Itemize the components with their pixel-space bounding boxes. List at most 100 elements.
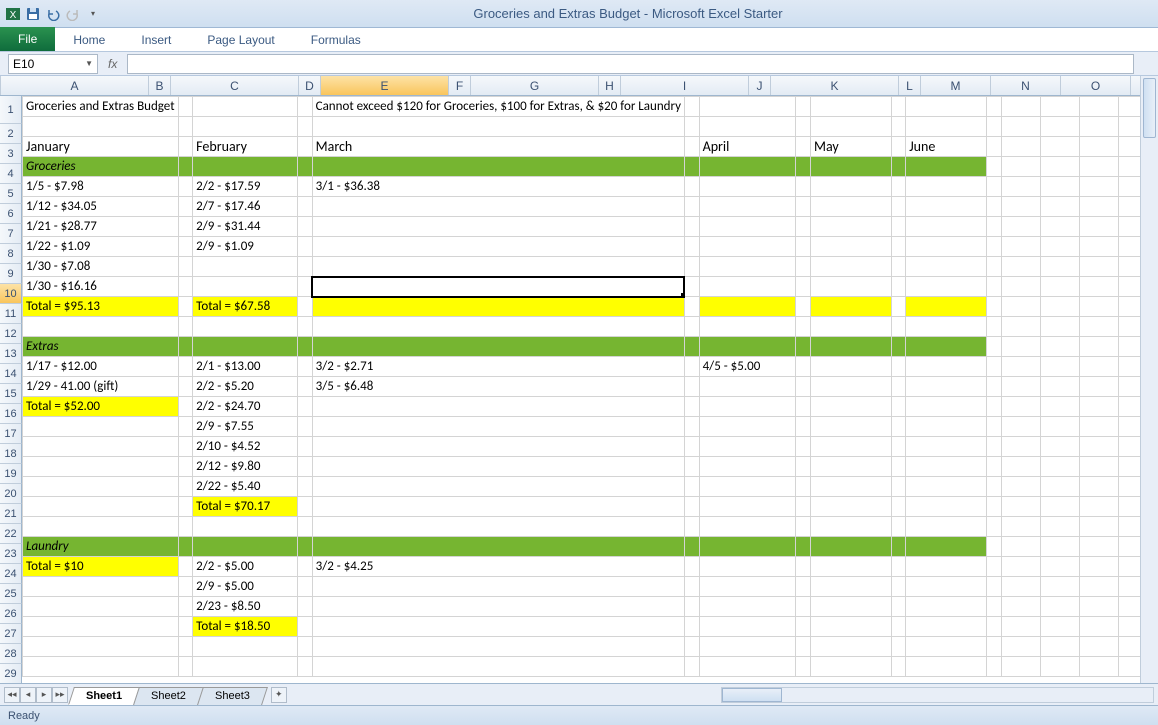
cell-C20[interactable]: 2/22 - $5.40 (193, 477, 298, 497)
cell-O29[interactable] (1080, 657, 1119, 677)
cell-N17[interactable] (1041, 417, 1080, 437)
cell-O23[interactable] (1080, 537, 1119, 557)
cell-G18[interactable] (699, 437, 796, 457)
cell-K3[interactable]: June (906, 137, 987, 157)
cell-F15[interactable] (684, 377, 699, 397)
cell-F25[interactable] (684, 577, 699, 597)
cell-C29[interactable] (193, 657, 298, 677)
cell-N27[interactable] (1041, 617, 1080, 637)
cell-I8[interactable] (811, 237, 892, 257)
cell-I29[interactable] (811, 657, 892, 677)
tab-formulas[interactable]: Formulas (293, 29, 379, 51)
cell-J25[interactable] (891, 577, 906, 597)
cell-E2[interactable] (312, 117, 684, 137)
cell-E4[interactable] (312, 157, 684, 177)
cell-B21[interactable] (178, 497, 193, 517)
cell-H16[interactable] (796, 397, 811, 417)
cell-O10[interactable] (1080, 277, 1119, 297)
cell-N3[interactable] (1041, 137, 1080, 157)
cell-H2[interactable] (796, 117, 811, 137)
cell-I27[interactable] (811, 617, 892, 637)
cell-C6[interactable]: 2/7 - $17.46 (193, 197, 298, 217)
cell-O20[interactable] (1080, 477, 1119, 497)
cell-L13[interactable] (987, 337, 1002, 357)
cell-F29[interactable] (684, 657, 699, 677)
cell-H7[interactable] (796, 217, 811, 237)
cell-D14[interactable] (298, 357, 313, 377)
tab-nav-prev-icon[interactable]: ◂ (20, 687, 36, 703)
row-header-27[interactable]: 27 (0, 624, 22, 644)
cell-C27[interactable]: Total = $18.50 (193, 617, 298, 637)
cell-N4[interactable] (1041, 157, 1080, 177)
cell-I12[interactable] (811, 317, 892, 337)
cell-A10[interactable]: 1/30 - $16.16 (23, 277, 179, 297)
cell-A19[interactable] (23, 457, 179, 477)
cell-B14[interactable] (178, 357, 193, 377)
cell-D16[interactable] (298, 397, 313, 417)
cell-M8[interactable] (1002, 237, 1041, 257)
cell-D18[interactable] (298, 437, 313, 457)
cell-C19[interactable]: 2/12 - $9.80 (193, 457, 298, 477)
cell-K9[interactable] (906, 257, 987, 277)
cell-E17[interactable] (312, 417, 684, 437)
cell-J5[interactable] (891, 177, 906, 197)
cell-O15[interactable] (1080, 377, 1119, 397)
cell-G28[interactable] (699, 637, 796, 657)
cell-M5[interactable] (1002, 177, 1041, 197)
row-header-25[interactable]: 25 (0, 584, 22, 604)
cell-I6[interactable] (811, 197, 892, 217)
cell-C9[interactable] (193, 257, 298, 277)
cell-B4[interactable] (178, 157, 193, 177)
cell-K27[interactable] (906, 617, 987, 637)
row-header-19[interactable]: 19 (0, 464, 22, 484)
cell-K13[interactable] (906, 337, 987, 357)
cell-E29[interactable] (312, 657, 684, 677)
cell-F20[interactable] (684, 477, 699, 497)
cell-A29[interactable] (23, 657, 179, 677)
cell-L18[interactable] (987, 437, 1002, 457)
cell-E28[interactable] (312, 637, 684, 657)
cell-B11[interactable] (178, 297, 193, 317)
cell-J23[interactable] (891, 537, 906, 557)
cell-M26[interactable] (1002, 597, 1041, 617)
cell-L22[interactable] (987, 517, 1002, 537)
col-header-B[interactable]: B (149, 76, 171, 95)
cell-N8[interactable] (1041, 237, 1080, 257)
cell-J9[interactable] (891, 257, 906, 277)
cell-M2[interactable] (1002, 117, 1041, 137)
cell-E23[interactable] (312, 537, 684, 557)
cell-J21[interactable] (891, 497, 906, 517)
cell-L19[interactable] (987, 457, 1002, 477)
cell-B24[interactable] (178, 557, 193, 577)
cell-B19[interactable] (178, 457, 193, 477)
cell-C24[interactable]: 2/2 - $5.00 (193, 557, 298, 577)
cell-L11[interactable] (987, 297, 1002, 317)
cell-O16[interactable] (1080, 397, 1119, 417)
tab-home[interactable]: Home (55, 29, 123, 51)
sheet-tab-sheet1[interactable]: Sheet1 (68, 687, 140, 705)
cell-F27[interactable] (684, 617, 699, 637)
cell-K22[interactable] (906, 517, 987, 537)
cell-J22[interactable] (891, 517, 906, 537)
cell-E19[interactable] (312, 457, 684, 477)
cell-D25[interactable] (298, 577, 313, 597)
cell-M12[interactable] (1002, 317, 1041, 337)
cell-I13[interactable] (811, 337, 892, 357)
cell-J2[interactable] (891, 117, 906, 137)
cell-K1[interactable] (906, 97, 987, 117)
cell-I10[interactable] (811, 277, 892, 297)
cell-J12[interactable] (891, 317, 906, 337)
cell-G20[interactable] (699, 477, 796, 497)
cell-K15[interactable] (906, 377, 987, 397)
cell-J11[interactable] (891, 297, 906, 317)
cell-K12[interactable] (906, 317, 987, 337)
row-header-5[interactable]: 5 (0, 184, 22, 204)
cell-E5[interactable]: 3/1 - $36.38 (312, 177, 684, 197)
cell-N1[interactable] (1041, 97, 1080, 117)
cell-J29[interactable] (891, 657, 906, 677)
cell-C15[interactable]: 2/2 - $5.20 (193, 377, 298, 397)
cell-N22[interactable] (1041, 517, 1080, 537)
cell-G12[interactable] (699, 317, 796, 337)
cell-M4[interactable] (1002, 157, 1041, 177)
cell-J4[interactable] (891, 157, 906, 177)
